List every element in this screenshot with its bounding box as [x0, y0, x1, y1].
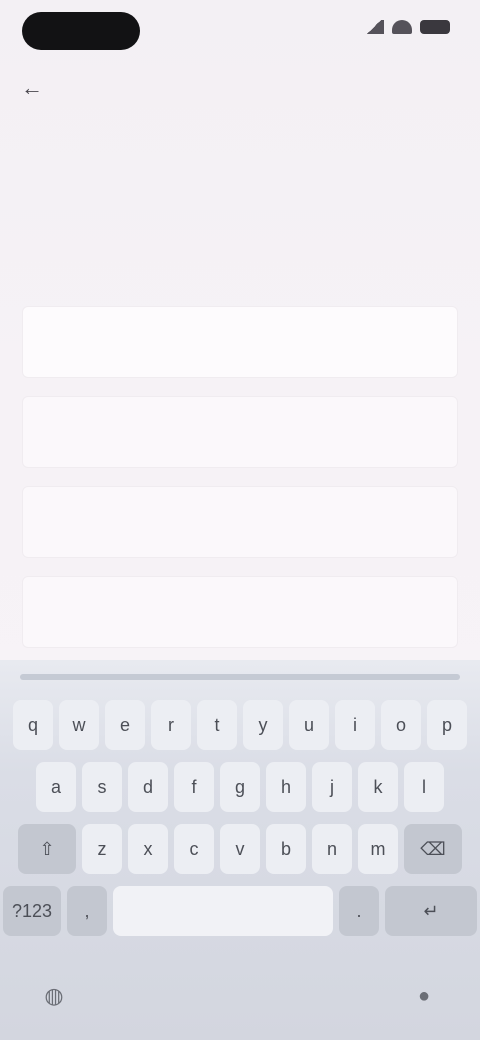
- back-button[interactable]: ←: [14, 70, 50, 106]
- key-y[interactable]: y: [243, 700, 283, 750]
- shift-icon: ⇧: [39, 838, 55, 859]
- key-q[interactable]: q: [13, 700, 53, 750]
- camera-cutout: [22, 12, 140, 50]
- key-e[interactable]: e: [105, 700, 145, 750]
- arrow-left-icon: ←: [21, 75, 43, 100]
- key-w[interactable]: w: [59, 700, 99, 750]
- key-c[interactable]: c: [174, 824, 214, 874]
- mic-icon: ●: [417, 984, 431, 1007]
- text-field-3[interactable]: [22, 486, 458, 558]
- comma-key[interactable]: ,: [67, 886, 107, 936]
- shift-key[interactable]: ⇧: [18, 824, 76, 874]
- globe-button[interactable]: ◍: [38, 980, 70, 1012]
- enter-icon: ↵: [423, 900, 439, 921]
- keyboard-row-2: a s d f g h j k l: [0, 762, 480, 812]
- key-p[interactable]: p: [427, 700, 467, 750]
- space-key[interactable]: [113, 886, 333, 936]
- key-t[interactable]: t: [197, 700, 237, 750]
- key-a[interactable]: a: [36, 762, 76, 812]
- battery-icon: [420, 20, 450, 34]
- backspace-key[interactable]: ⌫: [404, 824, 462, 874]
- wifi-icon: [392, 20, 412, 34]
- keyboard-row-4: ?123 , . ↵: [0, 886, 480, 936]
- key-v[interactable]: v: [220, 824, 260, 874]
- text-field-4-input[interactable]: [41, 603, 439, 621]
- period-key[interactable]: .: [339, 886, 379, 936]
- text-field-2[interactable]: [22, 396, 458, 468]
- key-d[interactable]: d: [128, 762, 168, 812]
- text-field-2-input[interactable]: [41, 423, 439, 441]
- key-n[interactable]: n: [312, 824, 352, 874]
- key-h[interactable]: h: [266, 762, 306, 812]
- enter-key[interactable]: ↵: [385, 886, 477, 936]
- status-icons: [364, 20, 450, 34]
- key-g[interactable]: g: [220, 762, 260, 812]
- mic-button[interactable]: ●: [408, 980, 440, 1012]
- top-app-bar: ←: [0, 64, 480, 112]
- suggestion-bar: [20, 674, 460, 680]
- keyboard-row-1: q w e r t y u i o p: [0, 700, 480, 750]
- keyboard-row-3: ⇧ z x c v b n m ⌫: [0, 824, 480, 874]
- text-field-1-input[interactable]: [41, 333, 439, 351]
- key-j[interactable]: j: [312, 762, 352, 812]
- keyboard-nav-bar: ◍ ●: [0, 960, 480, 1040]
- key-o[interactable]: o: [381, 700, 421, 750]
- text-field-1[interactable]: [22, 306, 458, 378]
- key-l[interactable]: l: [404, 762, 444, 812]
- key-b[interactable]: b: [266, 824, 306, 874]
- key-k[interactable]: k: [358, 762, 398, 812]
- key-f[interactable]: f: [174, 762, 214, 812]
- text-field-3-input[interactable]: [41, 513, 439, 531]
- status-bar: [0, 0, 480, 64]
- key-z[interactable]: z: [82, 824, 122, 874]
- key-s[interactable]: s: [82, 762, 122, 812]
- backspace-icon: ⌫: [420, 838, 446, 859]
- text-field-4[interactable]: [22, 576, 458, 648]
- symbols-key[interactable]: ?123: [3, 886, 61, 936]
- key-m[interactable]: m: [358, 824, 398, 874]
- soft-keyboard: q w e r t y u i o p a s d f g h j k l ⇧ …: [0, 660, 480, 1040]
- key-i[interactable]: i: [335, 700, 375, 750]
- key-r[interactable]: r: [151, 700, 191, 750]
- signal-icon: [364, 20, 384, 34]
- key-u[interactable]: u: [289, 700, 329, 750]
- key-x[interactable]: x: [128, 824, 168, 874]
- globe-icon: ◍: [44, 983, 64, 1008]
